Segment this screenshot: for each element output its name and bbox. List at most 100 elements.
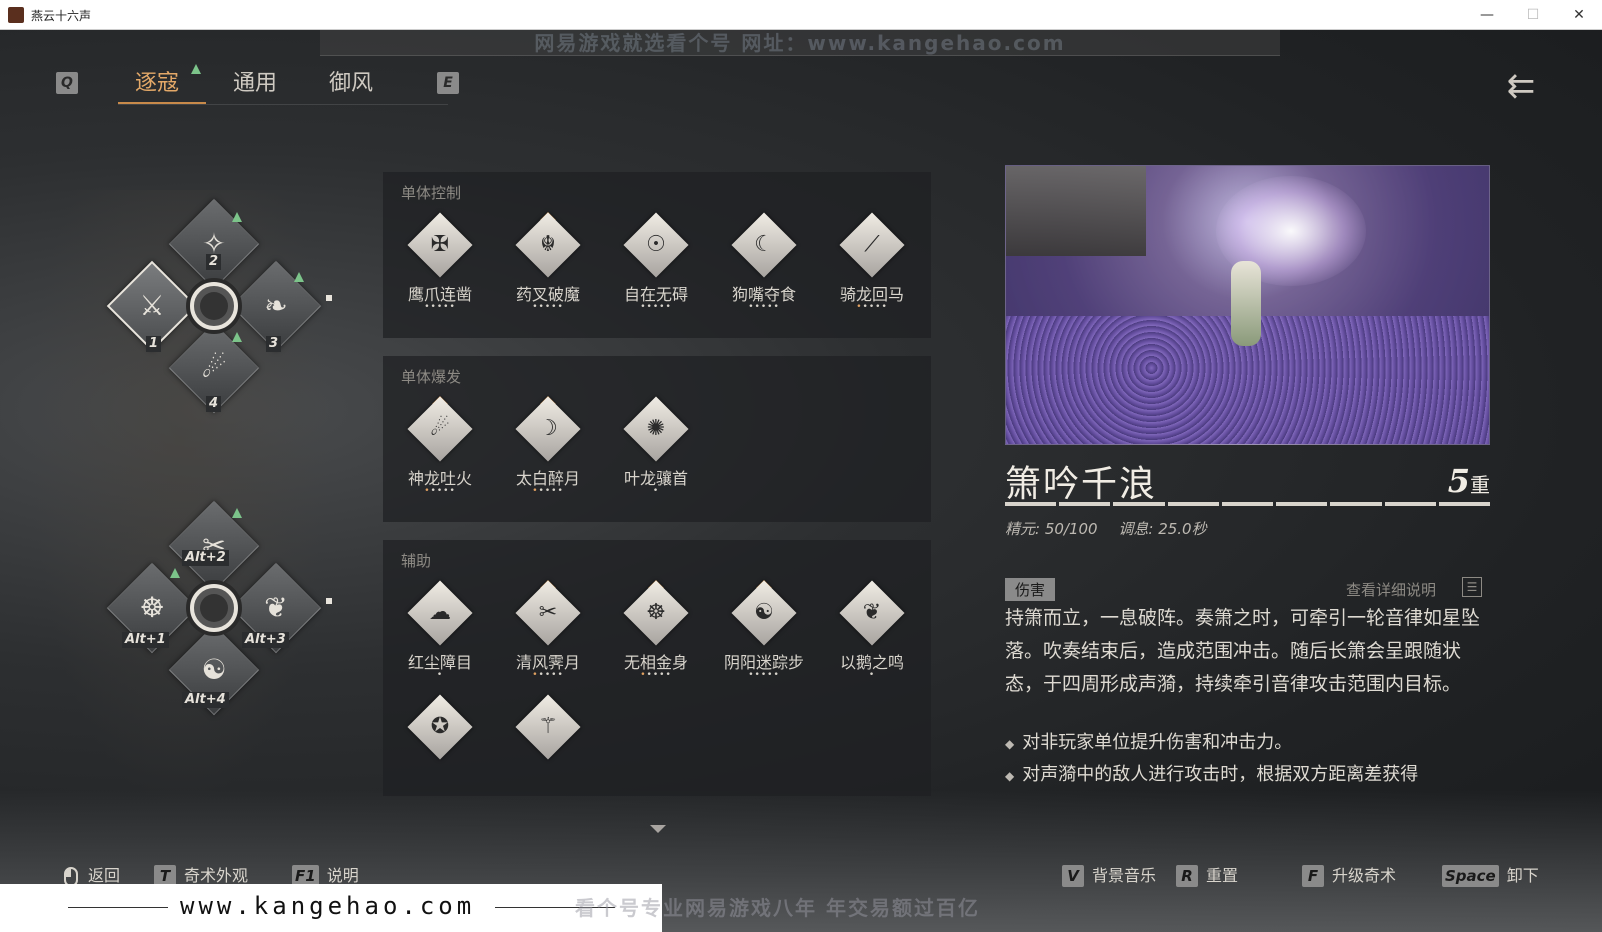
skill-icon: ❦ (862, 600, 882, 625)
level-segment (1276, 502, 1328, 506)
category-title: 单体控制 (401, 184, 462, 202)
skill-card[interactable]: ☉ 自在无碍 ••••• (611, 212, 701, 326)
hint-label: 重置 (1206, 866, 1239, 885)
wheel-hub-icon (190, 584, 238, 632)
skill-level-dots: ••••• (748, 302, 780, 312)
skill-card[interactable]: ✠ 鹰爪连凿 ••••• (395, 212, 485, 326)
tab-yufeng[interactable]: 御风 (329, 66, 373, 102)
skill-card[interactable]: ☸ 无相金身 ••••• (611, 580, 701, 694)
category-panel-support: 辅助 ☁ 红尘障目 • ✂ 清风霁月 ••••• ☸ 无相金身 ••••• ☯ … (383, 540, 931, 796)
tabs-divider (118, 104, 448, 105)
view-details-link[interactable]: 查看详细说明 (1346, 579, 1436, 600)
skill-card[interactable]: ✺ 叶龙骧首 • (611, 396, 701, 510)
skill-level-dots: ••••• (640, 670, 672, 680)
skill-stats: 精元: 50/100 调息: 25.0秒 (1005, 518, 1223, 539)
skill-icon: ⚚ (538, 714, 558, 739)
hint-key: V (1062, 865, 1084, 887)
watermark-top: 网易游戏就选看个号 网址：www.kangehao.com (320, 30, 1280, 56)
skill-card[interactable]: ☬ 药叉破魔 ••••• (503, 212, 593, 326)
close-button[interactable]: ✕ (1556, 0, 1602, 30)
hint-upgrade[interactable]: F 升级奇术 (1302, 862, 1396, 887)
bullet-text: 对非玩家单位提升伤害和冲击力。 (1022, 732, 1293, 753)
skill-card[interactable]: ⚚ (503, 694, 593, 808)
slot-alt2-key: Alt+2 (182, 550, 229, 566)
skill-card[interactable]: ☽ 太白醉月 ••••• (503, 396, 593, 510)
skill-card[interactable]: ✪ (395, 694, 485, 808)
slot-alt1-key: Alt+1 (122, 632, 169, 648)
category-title: 单体爆发 (401, 368, 462, 386)
skill-level-value: 5 (1447, 462, 1470, 500)
wheel-hub-icon (190, 282, 238, 330)
slot-2-key: 2 (206, 254, 222, 270)
prev-tab-key[interactable]: Q (56, 72, 78, 94)
skill-title: 箫吟千浪 (1005, 464, 1158, 505)
skill-description: 持箫而立，一息破阵。奏箫之时，可牵引一轮音律如星坠落。吹奏结束后，造成范围冲击。… (1005, 607, 1481, 695)
preview-character (1231, 261, 1261, 346)
bullet-text: 对声漪中的敌人进行攻击时，根据双方距离差获得 (1022, 764, 1419, 785)
skill-card[interactable]: ☄ 神龙吐火 ••••• (395, 396, 485, 510)
hint-bgm[interactable]: V 背景音乐 (1062, 862, 1156, 887)
tab-tongyong[interactable]: 通用 (233, 66, 277, 102)
details-doc-icon[interactable]: ☰ (1462, 577, 1482, 597)
skill-icon: ⟋ (864, 232, 880, 257)
skill-level-dots: ••••• (856, 302, 888, 312)
skill-preview-image (1005, 165, 1490, 445)
bullet-icon: ◆ (1005, 769, 1015, 783)
skill-level-dots: ••••• (424, 302, 456, 312)
skill-level-dots: ••••• (532, 486, 564, 496)
skill-icon: ☄ (430, 416, 450, 441)
hint-key: R (1176, 865, 1198, 887)
skill-icon: ☉ (646, 232, 666, 257)
skill-level-dots: ••••• (748, 670, 780, 680)
skill-card[interactable]: ✂ 清风霁月 ••••• (503, 580, 593, 694)
slot-4-icon: ☄ (201, 351, 227, 384)
next-tab-key[interactable]: E (437, 72, 459, 94)
skill-bullet: ◆ 对声漪中的敌人进行攻击时，根据双方距离差获得 (1005, 760, 1418, 786)
level-segment (1059, 502, 1111, 506)
active-tab-underline (118, 102, 206, 104)
skill-card[interactable]: ☯ 阴阳迷踪步 ••••• (719, 580, 809, 694)
level-segment (1384, 502, 1436, 506)
skill-card[interactable]: ❦ 以鹅之鸣 • (827, 580, 917, 694)
skill-card[interactable]: ⟋ 骑龙回马 ••••• (827, 212, 917, 326)
hint-unequip[interactable]: Space 卸下 (1442, 862, 1539, 887)
skill-card[interactable]: ☁ 红尘障目 • (395, 580, 485, 694)
skill-level-dots: ••••• (532, 302, 564, 312)
slot-alt1-icon: ☸ (139, 591, 165, 624)
level-segment (1438, 502, 1490, 506)
back-arrow-icon[interactable]: ⇇ (1498, 68, 1544, 104)
minimize-button[interactable]: — (1464, 0, 1510, 30)
maximize-button[interactable]: ☐ (1510, 0, 1556, 30)
level-segment (1005, 502, 1057, 506)
tab-zhukou[interactable]: 逐寇 (135, 66, 179, 102)
level-segment (1167, 502, 1219, 506)
skill-bullet: ◆ 对非玩家单位提升伤害和冲击力。 (1005, 728, 1292, 754)
upgrade-arrow-icon (232, 332, 242, 342)
skill-level-dots: • (436, 670, 444, 680)
slot-3-icon: ❧ (264, 289, 288, 322)
skill-icon: ✠ (430, 232, 450, 257)
hint-key: Space (1442, 865, 1499, 887)
category-panel-single-control: 单体控制 ✠ 鹰爪连凿 ••••• ☬ 药叉破魔 ••••• ☉ 自在无碍 ••… (383, 172, 931, 338)
skill-level-dots: ••••• (640, 302, 672, 312)
watermark-url: www.kangehao.com (180, 892, 476, 920)
slot-alt3-icon: ❦ (264, 591, 288, 624)
page-dot-icon (326, 295, 332, 301)
watermark-bottom: www.kangehao.com (0, 884, 662, 932)
skill-icon: ✂ (538, 600, 558, 625)
skill-level-unit: 重 (1470, 473, 1490, 497)
skill-card[interactable]: ☾ 狗嘴夺食 ••••• (719, 212, 809, 326)
skill-type-tag: 伤害 (1005, 578, 1056, 601)
scroll-down-icon[interactable] (650, 825, 666, 833)
hint-back[interactable]: 返回 (64, 862, 120, 887)
slot-3-key: 3 (266, 336, 282, 352)
stat-essence: 精元: 50/100 (1005, 520, 1098, 538)
skill-icon: ☁ (429, 600, 451, 625)
page-dot-icon (326, 598, 332, 604)
hint-label: 返回 (88, 866, 121, 885)
hint-reset[interactable]: R 重置 (1176, 862, 1238, 887)
skill-icon: ✪ (430, 714, 450, 739)
watermark-line (68, 907, 168, 908)
upgrade-arrow-icon (232, 212, 242, 222)
skill-level-dots: ••••• (424, 486, 456, 496)
